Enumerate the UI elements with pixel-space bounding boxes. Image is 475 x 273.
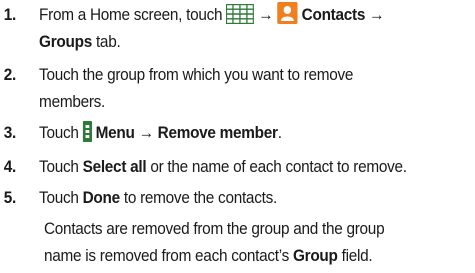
step-text: to remove the contacts. bbox=[123, 189, 277, 207]
step-text: tab. bbox=[95, 33, 121, 51]
step-line: members. bbox=[39, 93, 106, 111]
instruction-document: 1. From a Home screen, touch → Contacts … bbox=[0, 0, 475, 273]
step-number: 5. bbox=[3, 189, 17, 207]
step-number: 4. bbox=[3, 158, 17, 176]
step-line: From a Home screen, touch → Contacts → bbox=[39, 2, 384, 29]
step-text: From a Home screen, touch bbox=[39, 6, 223, 24]
arrow: → bbox=[258, 6, 274, 24]
groups-tab-label: Groups bbox=[39, 33, 92, 51]
step-number: 1. bbox=[3, 6, 17, 24]
arrow: → bbox=[369, 6, 385, 24]
step-text: . bbox=[277, 124, 282, 142]
note-text: field. bbox=[341, 247, 373, 265]
step-line: Touch Done to remove the contacts. bbox=[39, 185, 277, 212]
step-line: Touch Menu → Remove member. bbox=[39, 120, 282, 147]
group-field-label: Group bbox=[292, 247, 338, 265]
result-note: Contacts are removed from the group and … bbox=[44, 216, 385, 270]
step-body: Touch the group from which you want to r… bbox=[39, 62, 353, 116]
step-body: Touch Select all or the name of each con… bbox=[39, 154, 407, 181]
step-line: Touch Select all or the name of each con… bbox=[39, 154, 407, 181]
contacts-label: Contacts bbox=[301, 6, 366, 24]
note-line: name is removed from each contact’s Grou… bbox=[44, 243, 384, 270]
step-line: Touch the group from which you want to r… bbox=[39, 66, 354, 84]
menu-label: Menu bbox=[95, 124, 135, 142]
select-all-label: Select all bbox=[82, 158, 147, 176]
step-body: Touch Done to remove the contacts. bbox=[39, 185, 277, 212]
step-number: 3. bbox=[3, 124, 17, 142]
contacts-person-icon bbox=[277, 2, 298, 33]
step-number: 2. bbox=[3, 66, 17, 84]
step-text: or the name of each contact to remove. bbox=[150, 158, 407, 176]
arrow: → bbox=[138, 124, 154, 142]
note-text: name is removed from each contact’s bbox=[44, 247, 289, 265]
note-line: Contacts are removed from the group and … bbox=[44, 220, 385, 238]
step-text: Touch bbox=[39, 158, 79, 176]
apps-grid-icon bbox=[226, 3, 255, 33]
done-label: Done bbox=[82, 189, 121, 207]
menu-icon bbox=[82, 121, 92, 142]
step-line: Groups tab. bbox=[39, 29, 384, 56]
step-body: From a Home screen, touch → Contacts → G… bbox=[39, 2, 384, 56]
remove-member-label: Remove member bbox=[157, 124, 278, 142]
step-text: Touch bbox=[39, 189, 79, 207]
step-text: Touch bbox=[39, 124, 79, 142]
step-body: Touch Menu → Remove member. bbox=[39, 120, 282, 147]
